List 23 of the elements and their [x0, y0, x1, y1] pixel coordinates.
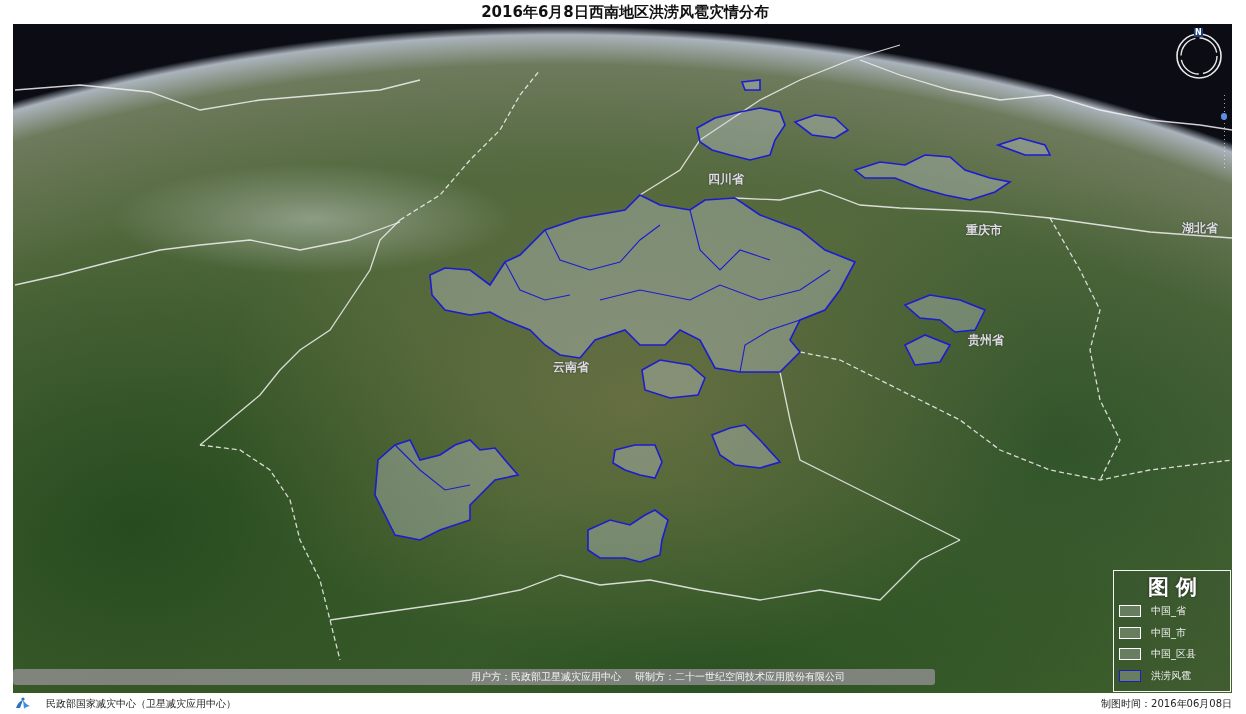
- legend-label: 中国_区县: [1151, 647, 1196, 662]
- legend-label: 洪涝风雹: [1151, 669, 1191, 684]
- credit-text: 研制方：二十一世纪空间技术应用股份有限公司: [635, 670, 845, 684]
- credit-text: 用户方：民政部卫星减灾应用中心: [471, 670, 621, 684]
- legend-label: 中国_市: [1151, 625, 1186, 640]
- legend-label: 中国_省: [1151, 603, 1186, 618]
- flood-area: [740, 79, 761, 91]
- map-title: 2016年6月8日西南地区洪涝风雹灾情分布: [481, 2, 769, 22]
- north-label: N: [1194, 28, 1203, 37]
- province-label: 湖北省: [1182, 220, 1218, 237]
- zoom-slider-thumb[interactable]: [1221, 113, 1227, 121]
- province-label: 贵州省: [968, 332, 1004, 349]
- flood-area: [710, 424, 782, 469]
- organization-name: 民政部国家减灾中心（卫星减灾应用中心）: [46, 696, 236, 711]
- province-label: 云南省: [553, 359, 589, 376]
- flood-area: [612, 444, 663, 479]
- legend-title: 图 例: [1147, 574, 1198, 600]
- province-label: 四川省: [708, 171, 744, 188]
- logo-icon: [14, 696, 32, 711]
- county-boundary-line: [739, 319, 801, 373]
- province-label: 重庆市: [966, 222, 1002, 239]
- map-date: 制图时间：2016年06月08日: [1101, 696, 1232, 711]
- flood-area: [793, 114, 850, 139]
